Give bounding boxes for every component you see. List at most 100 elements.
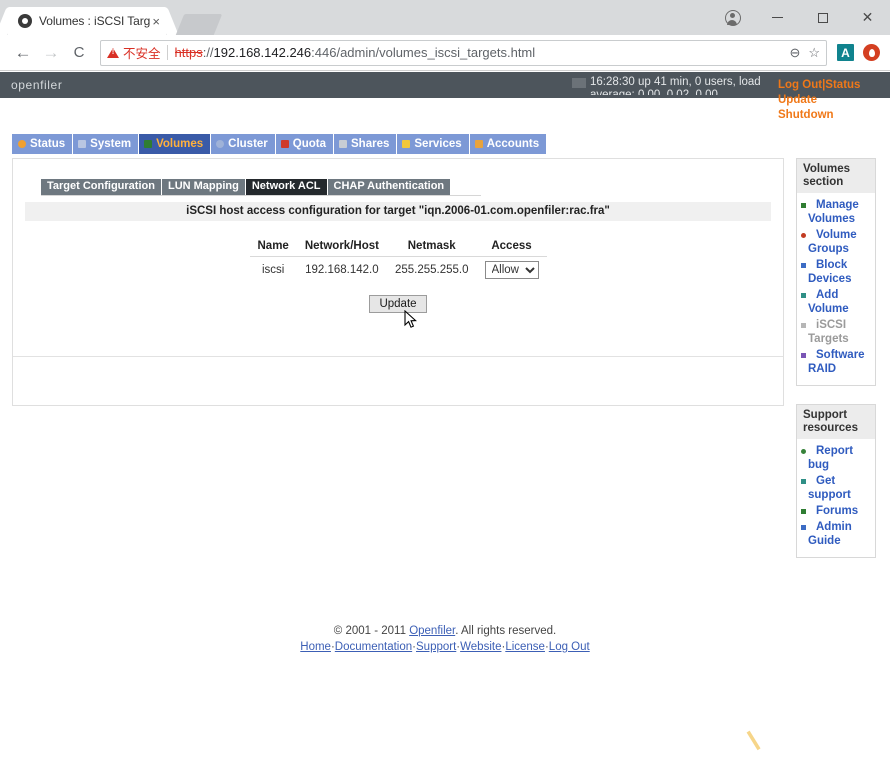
shutdown-link[interactable]: Shutdown <box>778 108 834 123</box>
sidebar-item-label: Report bug <box>808 445 853 471</box>
volumes-section-title: Volumes section <box>797 159 875 193</box>
back-button[interactable]: ← <box>10 40 36 66</box>
insecure-badge[interactable]: 不安全 <box>107 43 161 62</box>
watermark-text-en: CHUANGXINHULIAN <box>782 747 878 757</box>
nav-tab-cluster[interactable]: Cluster <box>211 134 276 154</box>
minimize-button[interactable] <box>755 3 800 33</box>
extension-shield-icon[interactable] <box>863 44 880 61</box>
window-controls: ✕ <box>710 0 890 35</box>
footer-link-log-out[interactable]: Log Out <box>549 641 590 653</box>
watermark-text: 创新互联 CHUANGXINHULIAN <box>782 725 878 757</box>
forward-button[interactable]: → <box>38 40 64 66</box>
nav-tab-quota[interactable]: Quota <box>276 134 334 154</box>
nav-tab-shares[interactable]: Shares <box>334 134 397 154</box>
omnibox-divider <box>167 45 168 60</box>
sidebar-item-add-volume[interactable]: Add Volume <box>801 288 871 316</box>
browser-titlebar: Volumes : iSCSI Target × ✕ <box>0 0 890 35</box>
new-tab-button[interactable] <box>176 14 222 35</box>
page-footer: © 2001 - 2011 Openfiler. All rights rese… <box>0 623 890 655</box>
footer-link-website[interactable]: Website <box>460 641 501 653</box>
uptime-text: 16:28:30 up 41 min, 0 users, load averag… <box>590 76 782 95</box>
log-out-link[interactable]: Log Out <box>778 79 822 91</box>
column-header-access: Access <box>477 238 547 257</box>
accounts-icon <box>475 140 483 148</box>
subtab-target-configuration[interactable]: Target Configuration <box>41 179 162 195</box>
sidebar-item-get-support[interactable]: Get support <box>801 474 871 502</box>
sidebar-item-label: Get support <box>808 475 851 501</box>
subtab-lun-mapping[interactable]: LUN Mapping <box>162 179 246 195</box>
url-separator: :// <box>203 45 214 60</box>
close-window-button[interactable]: ✕ <box>845 3 890 33</box>
close-tab-icon[interactable]: × <box>152 15 160 28</box>
bullet-icon <box>801 203 806 208</box>
copyright-prefix: © 2001 - 2011 <box>334 625 409 637</box>
browser-toolbar: ← → C 不安全 https://192.168.142.246:446/ad… <box>0 35 890 71</box>
url-scheme: https <box>175 45 203 60</box>
sidebar-item-block-devices[interactable]: Block Devices <box>801 258 871 286</box>
cell-netmask: 255.255.255.0 <box>387 257 477 284</box>
subtab-network-acl[interactable]: Network ACL <box>246 179 328 195</box>
browser-tab[interactable]: Volumes : iSCSI Target × <box>8 7 166 35</box>
extension-a-icon[interactable]: A <box>837 44 854 61</box>
status-link[interactable]: Status <box>825 79 860 91</box>
nav-tab-accounts[interactable]: Accounts <box>470 134 547 154</box>
volumes-section-links: Manage Volumes Volume Groups Block Devic… <box>797 193 875 376</box>
footer-link-support[interactable]: Support <box>416 641 456 653</box>
update-link[interactable]: Update <box>778 93 834 108</box>
footer-link-license[interactable]: License <box>505 641 545 653</box>
bullet-icon <box>801 449 806 454</box>
sidebar-item-label: Block Devices <box>808 259 851 285</box>
insecure-label: 不安全 <box>123 43 161 62</box>
nav-tab-status[interactable]: Status <box>12 134 73 154</box>
sidebar-item-admin-guide[interactable]: Admin Guide <box>801 520 871 548</box>
bookmark-star-icon[interactable]: ☆ <box>808 45 820 61</box>
sidebar-item-manage-volumes[interactable]: Manage Volumes <box>801 198 871 226</box>
openfiler-logo: openfiler <box>11 78 62 92</box>
sidebar-item-label: Software RAID <box>808 349 865 375</box>
cell-network: 192.168.142.0 <box>297 257 387 284</box>
nav-tab-label: Services <box>414 138 461 150</box>
uptime-badge-icon <box>572 78 586 88</box>
sidebar-item-forums[interactable]: Forums <box>801 504 871 518</box>
zoom-out-icon[interactable]: ⊖ <box>789 45 800 61</box>
omnibox-icons: ⊖ ☆ <box>789 45 820 61</box>
access-select[interactable]: Allow Deny <box>485 261 539 279</box>
update-button[interactable]: Update <box>369 295 426 313</box>
maximize-icon <box>818 13 828 23</box>
subtab-chap-authentication[interactable]: CHAP Authentication <box>328 179 452 195</box>
profile-button[interactable] <box>710 3 755 33</box>
nav-tabs: Status System Volumes Cluster Quota Shar… <box>12 134 547 154</box>
nav-tab-label: Cluster <box>228 138 268 150</box>
footer-link-documentation[interactable]: Documentation <box>335 641 412 653</box>
openfiler-link[interactable]: Openfiler <box>409 625 455 637</box>
sidebar-item-report-bug[interactable]: Report bug <box>801 444 871 472</box>
panel-title: iSCSI host access configuration for targ… <box>25 202 771 221</box>
maximize-button[interactable] <box>800 3 845 33</box>
network-acl-table: Name Network/Host Netmask Access iscsi 1… <box>250 238 547 283</box>
column-header-netmask: Netmask <box>387 238 477 257</box>
panel-divider <box>13 356 783 357</box>
sidebar-item-software-raid[interactable]: Software RAID <box>801 348 871 376</box>
sidebar-item-label: Add Volume <box>808 289 849 315</box>
table-row: iscsi 192.168.142.0 255.255.255.0 Allow … <box>250 257 547 284</box>
sidebar-item-iscsi-targets[interactable]: iSCSI Targets <box>801 318 871 346</box>
footer-link-home[interactable]: Home <box>300 641 331 653</box>
sidebar-item-label: Manage Volumes <box>808 199 859 225</box>
bullet-icon <box>801 293 806 298</box>
system-icon <box>78 140 86 148</box>
nav-tab-volumes[interactable]: Volumes <box>139 134 211 154</box>
sidebar-item-volume-groups[interactable]: Volume Groups <box>801 228 871 256</box>
nav-tab-label: Volumes <box>156 138 203 150</box>
watermark-logo-icon <box>736 722 774 760</box>
nav-tab-system[interactable]: System <box>73 134 139 154</box>
quota-icon <box>281 140 289 148</box>
watermark: 创新互联 CHUANGXINHULIAN <box>736 722 878 760</box>
address-bar[interactable]: 不安全 https://192.168.142.246:446/admin/vo… <box>100 40 827 66</box>
copyright-suffix: . All rights reserved. <box>455 625 556 637</box>
nav-tab-services[interactable]: Services <box>397 134 469 154</box>
reload-button[interactable]: C <box>66 40 92 66</box>
column-header-network: Network/Host <box>297 238 387 257</box>
extension-icons: A <box>837 44 880 61</box>
status-icon <box>18 140 26 148</box>
sidebar-item-label: Forums <box>816 505 858 517</box>
